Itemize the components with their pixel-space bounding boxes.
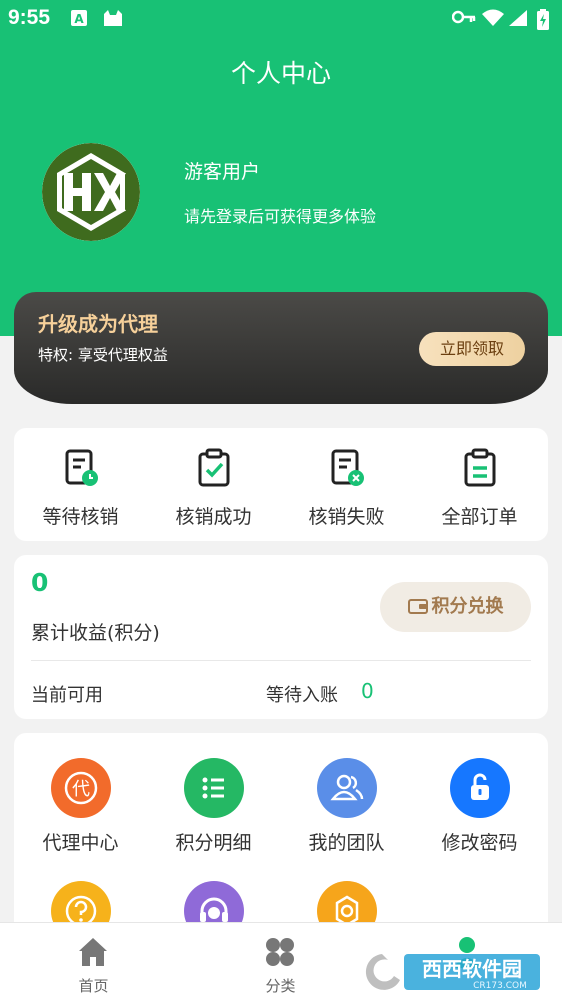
order-pending-label: 等待核销 [42,506,119,528]
order-all[interactable]: 全部订单 [413,428,546,541]
order-failed-label: 核销失败 [308,506,385,528]
lock-icon [450,758,510,818]
login-hint[interactable]: 请先登录后可获得更多体验 [184,203,376,227]
status-bar: 9:55 A [0,0,562,36]
wifi-icon [482,9,504,26]
pending-value: 0 [361,679,374,703]
tab-home[interactable]: 首页 [0,923,187,1002]
total-earnings-label: 累计收益(积分) [31,622,160,644]
total-earnings-value: 0 [31,568,49,597]
watermark-text: 西西软件园 [422,957,522,981]
vip-privilege: 特权: 享受代理权益 [38,346,168,364]
claim-now-button[interactable]: 立即领取 [419,332,525,366]
team-icon [317,758,377,818]
tool-change-password[interactable]: 修改密码 [413,758,546,858]
battery-icon [537,9,549,30]
tab-category[interactable]: 分类 [187,923,374,1002]
page-title: 个人中心 [230,59,331,88]
username[interactable]: 游客用户 [184,157,260,184]
wallet-icon [407,599,428,614]
pending-doc-icon [65,449,98,486]
order-status-card: 等待核销 核销成功 核销失败 全部订单 [14,428,548,541]
svg-text:A: A [74,12,84,26]
points-exchange-button[interactable]: 积分兑换 [380,582,531,632]
pending-label: 等待入账 [266,685,338,706]
tab-category-label: 分类 [265,977,296,995]
order-success[interactable]: 核销成功 [147,428,280,541]
agent-icon: 代 [51,758,111,818]
svg-text:代: 代 [72,779,90,800]
tool-my-team-label: 我的团队 [308,832,385,854]
tools-card: 代 代理中心 积分明细 我的团队 修改密码 [14,733,548,941]
hx-logo-icon [42,143,140,241]
android-cat-icon [104,10,122,26]
tab-home-label: 首页 [78,977,109,995]
tool-agent-center[interactable]: 代 代理中心 [14,758,147,858]
check-clipboard-icon [198,448,230,487]
order-pending[interactable]: 等待核销 [14,428,147,541]
watermark-subtext: CR173.COM [473,981,527,991]
order-success-label: 核销成功 [175,506,252,528]
signal-icon [509,10,527,26]
tool-agent-center-label: 代理中心 [42,832,119,854]
profile-header: 个人中心 游客用户 请先登录后可获得更多体验 [0,36,562,336]
order-all-label: 全部订单 [441,506,518,528]
home-icon [79,938,107,966]
site-watermark: 西西软件园 CR173.COM [360,950,542,994]
watermark-logo-icon: 西西软件园 CR173.COM [365,954,540,991]
tool-points-detail[interactable]: 积分明细 [147,758,280,858]
divider [31,660,531,661]
category-icon [266,938,294,966]
status-time: 9:55 [8,6,51,29]
keyboard-a-icon: A [71,10,87,26]
points-exchange-label: 积分兑换 [431,596,504,617]
tool-points-detail-label: 积分明细 [175,832,252,854]
order-clipboard-icon [464,448,496,487]
tool-change-password-label: 修改密码 [441,832,518,854]
earnings-card: 0 累计收益(积分) 积分兑换 当前可用 等待入账 0 [14,555,548,719]
fail-doc-icon [331,449,364,486]
available-label: 当前可用 [31,685,103,706]
key-icon [452,10,476,24]
order-failed[interactable]: 核销失败 [280,428,413,541]
tool-my-team[interactable]: 我的团队 [280,758,413,858]
avatar[interactable] [42,143,140,241]
vip-title: 升级成为代理 [38,312,158,336]
vip-upgrade-card[interactable]: 升级成为代理 特权: 享受代理权益 立即领取 [14,292,548,404]
list-icon [184,758,244,818]
